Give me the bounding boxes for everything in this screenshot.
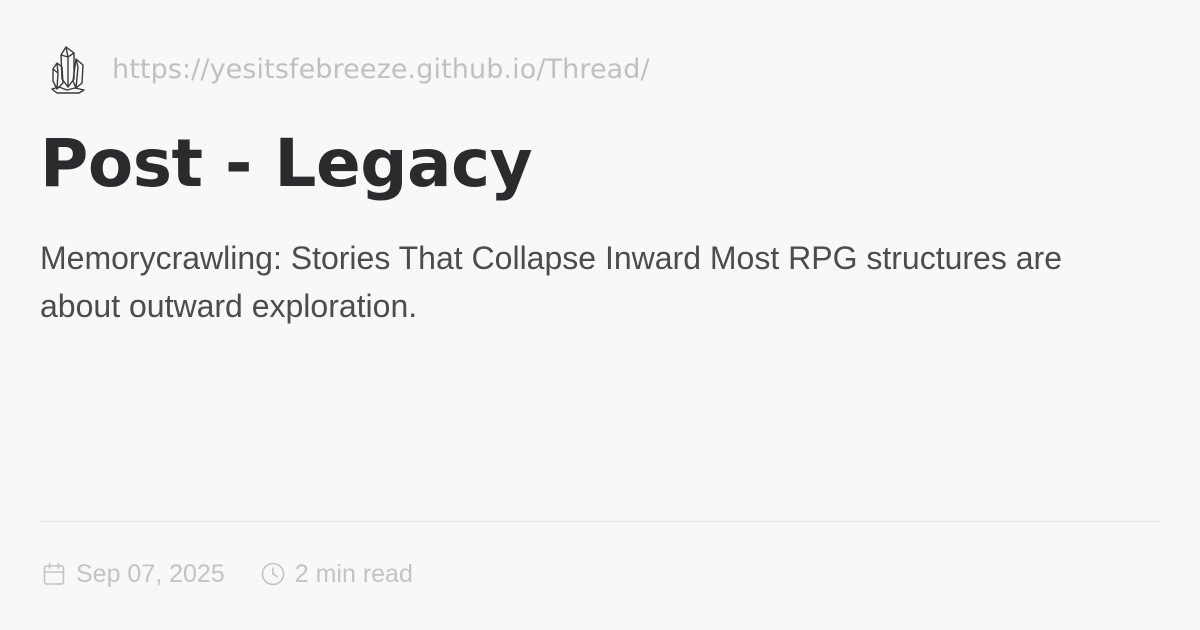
publish-date: Sep 07, 2025 [42,559,225,588]
post-title: Post - Legacy [40,125,533,202]
read-time: 2 min read [261,559,413,588]
clock-icon [261,562,285,586]
publish-date-text: Sep 07, 2025 [76,559,225,588]
crystal-cluster-icon [48,43,88,95]
divider [40,521,1160,522]
site-header: https://yesitsfebreeze.github.io/Thread/ [48,42,650,96]
social-preview-card: https://yesitsfebreeze.github.io/Thread/… [0,0,1200,630]
calendar-icon [42,562,66,586]
post-meta: Sep 07, 2025 2 min read [42,556,413,592]
site-url[interactable]: https://yesitsfebreeze.github.io/Thread/ [112,56,650,83]
post-description: Memorycrawling: Stories That Collapse In… [40,240,1062,324]
read-time-text: 2 min read [294,559,413,588]
